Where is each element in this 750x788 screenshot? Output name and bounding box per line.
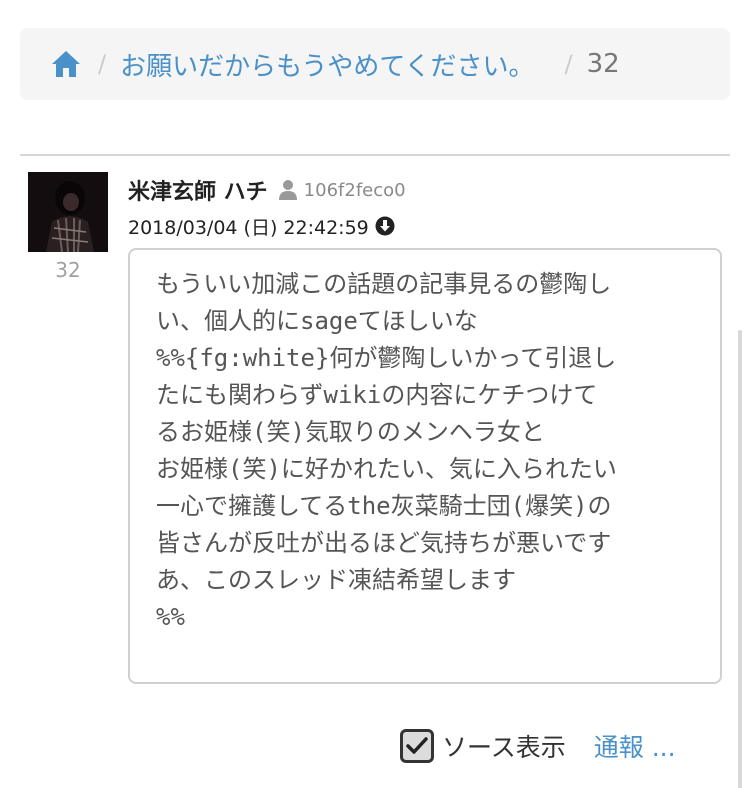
breadcrumb-separator: / <box>564 50 573 78</box>
breadcrumb-thread-link[interactable]: お願いだからもうやめてください。 <box>120 46 534 83</box>
source-label[interactable]: ソース表示 <box>442 728 566 764</box>
post-body-line: あ、このスレッド凍結希望します <box>156 566 516 594</box>
post-body-line: 皆さんが反吐が出るほど気持ちが悪いです <box>156 529 612 557</box>
scrollbar[interactable] <box>738 330 742 788</box>
post-body-line: %%{fg:white}何が鬱陶しいかって引退し <box>156 344 617 372</box>
breadcrumb-separator: / <box>98 50 107 78</box>
post-body-line: %% <box>156 603 185 631</box>
user-icon <box>278 180 297 200</box>
post-body-line: 一心で擁護してるthe灰菜騎士団(爆笑)の <box>156 492 612 520</box>
avatar[interactable] <box>28 172 108 252</box>
author-name: 米津玄師 ハチ <box>128 180 268 205</box>
post-footer: ソース表示 通報 ... <box>400 726 676 766</box>
checkmark-icon <box>406 737 428 754</box>
download-circle-icon[interactable] <box>375 216 395 236</box>
avatar-image <box>28 172 108 252</box>
home-icon[interactable] <box>50 49 82 79</box>
divider <box>20 154 730 156</box>
post-body-line: もういい加減この話題の記事見るの鬱陶し <box>156 270 612 298</box>
post-body-line: お姫様(笑)に好かれたい、気に入られたい <box>156 455 617 483</box>
author-line: 米津玄師 ハチ 106f2feco0 <box>128 174 406 206</box>
post-body: もういい加減この話題の記事見るの鬱陶し い、個人的にsageてほしいな %%{f… <box>128 248 722 684</box>
user-id: 106f2feco0 <box>303 179 406 201</box>
post-body-line: い、個人的にsageてほしいな <box>156 307 478 335</box>
post-number: 32 <box>55 258 81 282</box>
date-line: 2018/03/04 (日) 22:42:59 <box>128 212 395 240</box>
source-checkbox[interactable] <box>400 729 434 763</box>
post-body-line: たにも関わらずwikiの内容にケチつけて <box>156 381 598 409</box>
breadcrumb: / お願いだからもうやめてください。 / 32 <box>20 28 730 100</box>
breadcrumb-current: 32 <box>586 49 620 79</box>
post-date: 2018/03/04 (日) 22:42:59 <box>128 216 369 239</box>
report-link[interactable]: 通報 ... <box>594 728 676 764</box>
post-body-line: るお姫様(笑)気取りのメンヘラ女と <box>156 418 545 446</box>
